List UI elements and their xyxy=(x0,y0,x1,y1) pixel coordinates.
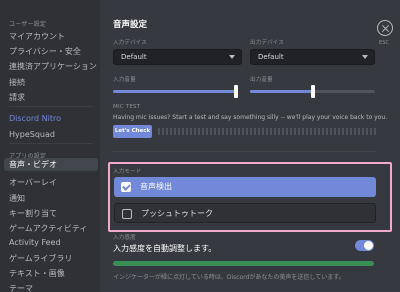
section-divider xyxy=(113,151,376,152)
output-device-value: Default xyxy=(258,53,284,61)
sensitivity-label: 入力感度 xyxy=(113,235,136,241)
sidebar-divider xyxy=(9,143,93,144)
page-title: 音声設定 xyxy=(113,20,148,30)
input-device-value: Default xyxy=(121,53,147,61)
sidebar-item-nitro[interactable]: Discord Nitro xyxy=(9,114,61,123)
settings-sidebar: ユーザー設定 マイアカウント プライバシー・安全 連携済アプリケーション 接続 … xyxy=(0,0,100,292)
output-volume-label: 出力音量 xyxy=(250,77,273,83)
output-volume-handle[interactable] xyxy=(310,85,315,98)
input-volume-label: 入力音量 xyxy=(113,77,136,83)
sidebar-item-hypesquad[interactable]: HypeSquad xyxy=(9,130,55,139)
sidebar-item-my-account[interactable]: マイアカウント xyxy=(9,31,65,42)
sidebar-item-notifications[interactable]: 通知 xyxy=(9,193,25,204)
auto-sensitivity-toggle[interactable] xyxy=(355,240,374,251)
sensitivity-note: インジケーターが緑に点灯している時は、Discordがあなたの美声を送信していま… xyxy=(113,274,345,281)
chevron-down-icon xyxy=(229,55,235,59)
sidebar-item-connections[interactable]: 接続 xyxy=(9,77,25,88)
input-device-label: 入力デバイス xyxy=(113,40,148,46)
output-volume-fill xyxy=(250,90,313,93)
sidebar-item-overlay[interactable]: オーバーレイ xyxy=(9,177,57,188)
chevron-down-icon xyxy=(362,55,368,59)
esc-label: ESC xyxy=(379,40,389,46)
sidebar-divider xyxy=(9,106,93,107)
sidebar-item-theme[interactable]: テーマ xyxy=(9,283,33,292)
sidebar-item-billing[interactable]: 請求 xyxy=(9,92,25,103)
voice-settings-panel: 音声設定 入力デバイス Default 出力デバイス Default 入力音量 … xyxy=(100,0,400,292)
sidebar-header-user-settings: ユーザー設定 xyxy=(9,21,47,28)
sidebar-item-activity-feed[interactable]: Activity Feed xyxy=(9,238,61,247)
sidebar-item-text-images[interactable]: テキスト・画像 xyxy=(9,268,65,279)
mic-test-label: MIC TEST xyxy=(113,104,141,110)
toggle-knob xyxy=(364,241,373,250)
output-volume-slider[interactable] xyxy=(250,85,375,98)
mic-level-meter xyxy=(158,128,376,135)
input-volume-slider[interactable] xyxy=(113,85,238,98)
sensitivity-indicator xyxy=(113,261,374,266)
auto-sensitivity-label: 入力感度を自動調整します。 xyxy=(113,244,217,253)
input-device-select[interactable]: Default xyxy=(113,49,242,65)
close-icon[interactable] xyxy=(377,20,393,36)
sidebar-item-game-activity[interactable]: ゲームアクティビティ xyxy=(9,223,87,234)
input-mode-highlight xyxy=(108,162,392,232)
sidebar-item-voice-video[interactable]: 音声・ビデオ xyxy=(4,158,98,171)
lets-check-button[interactable]: Let's Check xyxy=(113,125,152,138)
mic-test-description: Having mic issues? Start a test and say … xyxy=(113,114,388,121)
output-device-label: 出力デバイス xyxy=(250,40,285,46)
input-volume-fill xyxy=(113,90,238,93)
sidebar-item-authorized-apps[interactable]: 連携済アプリケーション xyxy=(9,61,97,72)
input-volume-handle[interactable] xyxy=(234,85,238,98)
sidebar-item-game-library[interactable]: ゲームライブラリ xyxy=(9,253,72,264)
sidebar-item-privacy[interactable]: プライバシー・安全 xyxy=(9,46,81,57)
output-device-select[interactable]: Default xyxy=(250,49,375,65)
sidebar-item-keybinds[interactable]: キー割り当て xyxy=(9,208,57,219)
